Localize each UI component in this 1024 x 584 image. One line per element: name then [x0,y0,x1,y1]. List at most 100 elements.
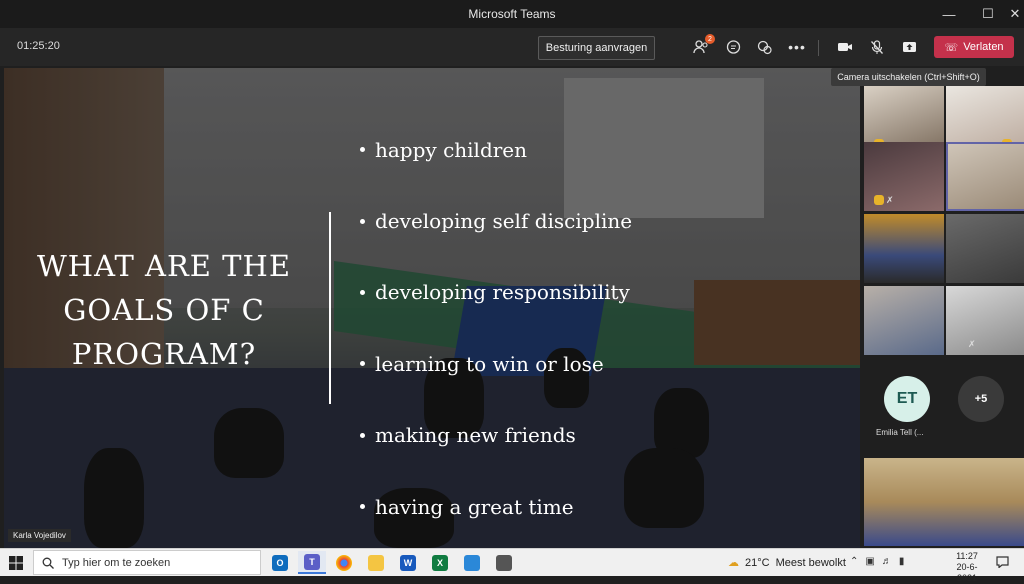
toolbar-separator [818,40,819,56]
camera-icon [838,43,852,51]
presenter-name: Karla Vojedilov [8,529,71,542]
maximize-button[interactable]: ☐ [973,0,1003,28]
bullet-item: having a great time [360,471,632,542]
taskbar-chrome[interactable] [330,551,358,574]
taskbar-search[interactable]: Typ hier om te zoeken [33,550,261,575]
camera-tooltip: Camera uitschakelen (Ctrl+Shift+O) [831,68,986,86]
participant-video [948,144,1024,209]
taskbar-file-explorer[interactable] [362,551,390,574]
window-title: Microsoft Teams [468,7,556,21]
close-button[interactable]: ✕ [1000,0,1024,28]
taskbar-calculator[interactable] [490,551,518,574]
participant-tile[interactable]: ✗ [864,142,944,211]
bullet-text: happy children [375,137,528,162]
maximize-icon: ☐ [982,6,994,21]
participant-video [864,286,944,355]
notification-icon [995,556,1009,568]
close-icon: ✕ [1009,6,1021,21]
weather-desc: Meest bewolkt [775,556,846,569]
bullet-text: making new friends [375,423,576,448]
minimize-button[interactable]: — [934,0,964,28]
camera-button[interactable] [834,37,856,57]
bullet-item: developing responsibility [360,257,632,328]
notification-button[interactable] [994,554,1010,570]
chat-icon [726,39,740,54]
taskbar-excel[interactable]: X [426,551,454,574]
slide-title: WHAT ARE THE GOALS OF C PROGRAM? [37,249,291,371]
taskbar-teams[interactable]: T [298,551,326,574]
calculator-icon [496,554,512,571]
windows-logo-icon [9,555,23,570]
participant-tile[interactable] [864,458,1024,546]
network-icon[interactable]: ▣ [865,556,874,567]
taskbar-outlook[interactable]: O [266,551,294,574]
bullet-item: developing self discipline [360,185,632,256]
search-icon [42,557,54,569]
participant-tile[interactable] [864,214,944,283]
participant-tile[interactable]: ✗ [946,286,1024,355]
participant-tile[interactable] [946,142,1024,211]
bullet-text: developing self discipline [375,209,633,234]
participant-tile[interactable] [946,214,1024,283]
cloud-icon: ☁ [728,557,739,569]
battery-icon[interactable]: ▮ [899,556,905,567]
chrome-icon [336,554,352,571]
phone-hangup-icon: ☏ [944,41,959,54]
shared-screen: WHAT ARE THE GOALS OF C PROGRAM? happy c… [4,68,860,548]
breakout-rooms-button[interactable] [754,37,776,57]
leave-button[interactable]: ☏ Verlaten [934,36,1014,58]
meeting-toolbar: 01:25:20 Besturing aanvragen 2 ••• ☏ Ver… [0,28,1024,66]
slide-divider [329,212,331,404]
microphone-button[interactable] [866,37,888,57]
mic-off-icon: ✗ [886,195,894,205]
weather-widget[interactable]: ☁ 21°C Meest bewolkt [728,556,846,570]
more-icon: ••• [788,39,806,55]
windows-taskbar: Typ hier om te zoeken O T W X ☁ 21°C Mee… [0,548,1024,583]
start-button[interactable] [0,549,32,576]
participants-button[interactable]: 2 [690,34,715,57]
participants-badge: 2 [705,34,715,44]
system-tray: ⌃ ▣ ♬ ▮ [850,556,904,567]
mic-off-icon: ✗ [968,339,976,349]
meeting-timer: 01:25:20 [17,40,60,52]
taskbar-clock[interactable]: 11:27 20-6-2021 [948,551,986,584]
photos-icon [464,554,480,571]
participant-video [864,214,944,283]
bullet-item: making new friends [360,400,632,471]
excel-icon: X [432,554,448,571]
teams-icon: T [304,553,320,570]
participant-name: Emilia Tell (... [876,428,924,437]
clock-date: 20-6-2021 [956,562,978,583]
share-icon [902,42,916,52]
bullet-dot [360,147,365,153]
leave-label: Verlaten [963,41,1004,53]
more-actions-button[interactable]: ••• [786,37,808,57]
weather-temp: 21°C [745,556,770,569]
participant-gallery: ✗ ✗ ET Emilia Tell (... +5 [862,68,1024,548]
bullet-dot [360,432,365,438]
taskbar-photos[interactable] [458,551,486,574]
mic-off-icon [871,39,883,54]
bullet-dot [360,289,365,295]
bullet-text: developing responsibility [375,280,630,305]
taskbar-word[interactable]: W [394,551,422,574]
share-button[interactable] [898,37,920,57]
bullet-text: having a great time [375,494,574,519]
breakout-icon [757,40,772,54]
bullet-dot [360,218,365,224]
bullet-item: learning to win or lose [360,328,632,399]
participant-video [946,286,1024,355]
minimize-icon: — [942,6,956,22]
chevron-up-icon[interactable]: ⌃ [850,556,858,567]
bullet-item: happy children [360,114,632,185]
participant-avatar[interactable]: ET [884,376,930,422]
volume-icon[interactable]: ♬ [882,556,892,567]
more-participants-button[interactable]: +5 [958,376,1004,422]
participant-video [946,214,1024,283]
request-control-button[interactable]: Besturing aanvragen [538,36,655,60]
chat-button[interactable] [722,37,744,57]
slide-bullets: happy children developing self disciplin… [360,114,632,542]
participant-video [864,458,1024,546]
word-icon: W [400,554,416,571]
participant-tile[interactable] [864,286,944,355]
